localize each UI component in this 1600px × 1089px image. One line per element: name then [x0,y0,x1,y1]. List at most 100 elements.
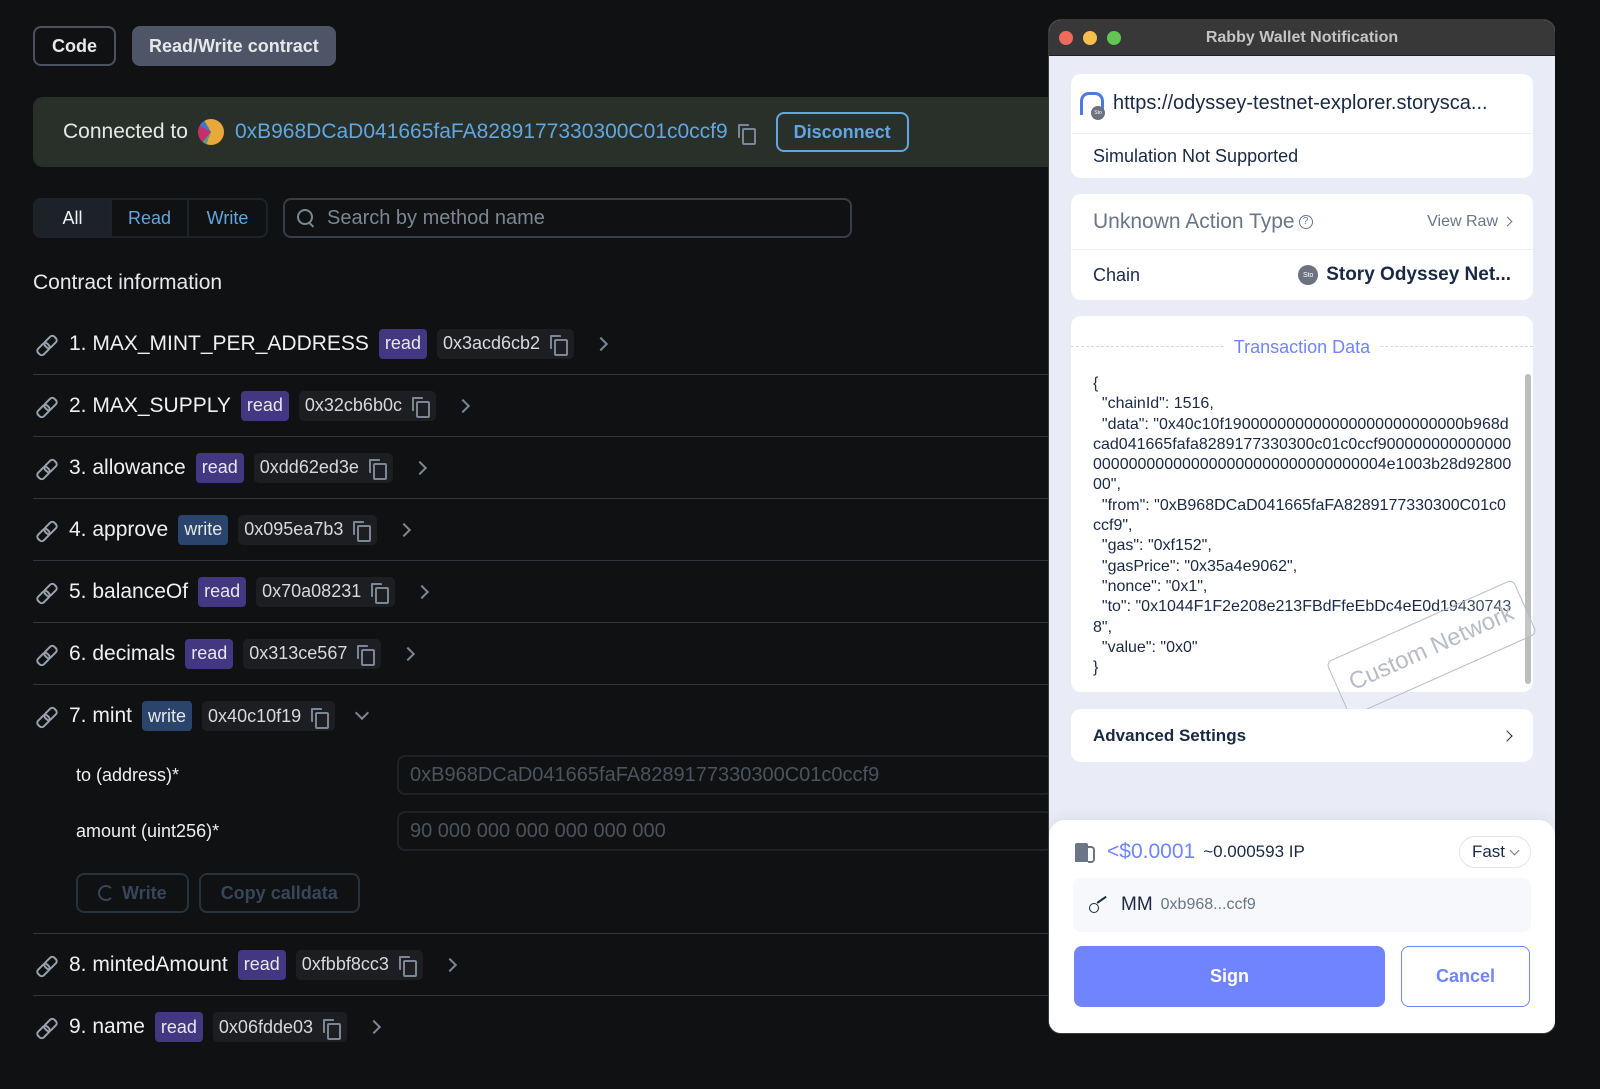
selector-value: 0x40c10f19 [208,705,302,726]
copy-icon[interactable] [737,123,756,145]
copy-icon[interactable] [550,335,569,356]
method-row[interactable]: 4. approve write 0x095ea7b3 [33,499,1053,561]
site-url: https://odyssey-testnet-explorer.storysc… [1113,92,1488,114]
chevron-down-icon[interactable] [355,705,370,721]
cancel-button[interactable]: Cancel [1401,946,1530,1007]
to-address-input[interactable] [396,755,1053,795]
selector-value: 0x06fdde03 [218,1016,314,1037]
chevron-right-icon[interactable] [593,336,609,351]
gas-usd: <$0.0001 [1107,840,1196,863]
tx-header: Transaction Data [1071,316,1533,374]
maximize-window-button[interactable] [1107,30,1121,45]
method-selector: 0x313ce567 [243,638,382,669]
chevron-right-icon[interactable] [397,522,412,537]
chevron-right-icon[interactable] [401,646,416,661]
filter-write[interactable]: Write [189,200,266,236]
connected-address-link[interactable]: 0xB968DCaD041665faFA8289177330300C01c0cc… [235,120,728,144]
copy-icon[interactable] [371,583,390,604]
disconnect-button[interactable]: Disconnect [775,112,909,152]
chevron-right-icon[interactable] [412,460,427,475]
minimize-window-button[interactable] [1083,30,1097,45]
write-button[interactable]: Write [76,873,189,913]
form-row-amount: amount (uint256)* [76,803,1053,859]
method-row[interactable]: 6. decimals read 0x313ce567 [33,623,1053,685]
gas-speed-select[interactable]: Fast [1458,836,1531,868]
method-name[interactable]: 3. allowance [69,456,186,480]
copy-icon[interactable] [398,956,417,977]
write-button-label: Write [122,882,167,903]
link-icon[interactable] [35,705,57,727]
sign-button[interactable]: Sign [1074,946,1385,1007]
chain-row: Chain Sto Story Odyssey Net... [1071,250,1533,300]
background-strip [1555,0,1600,1089]
key-icon [1089,897,1111,913]
filter-read[interactable]: Read [112,200,189,236]
method-row[interactable]: 2. MAX_SUPPLY read 0x32cb6b0c [33,375,1053,437]
link-icon[interactable] [35,581,57,603]
filter-all[interactable]: All [35,200,112,236]
method-name[interactable]: 1. MAX_MINT_PER_ADDRESS [69,332,369,356]
chevron-right-icon[interactable] [366,1019,382,1035]
site-card: Sto https://odyssey-testnet-explorer.sto… [1071,74,1533,178]
link-icon[interactable] [35,395,57,417]
method-row[interactable]: 9. name read 0x06fdde03 [33,996,1053,1058]
window-titlebar[interactable]: Rabby Wallet Notification [1049,20,1555,56]
method-list: 1. MAX_MINT_PER_ADDRESS read 0x3acd6cb2 … [33,313,1053,1058]
to-address-label: to (address)* [76,764,180,785]
copy-icon[interactable] [353,521,372,542]
close-window-button[interactable] [1059,30,1073,45]
method-name[interactable]: 7. mint [69,704,132,728]
help-icon[interactable]: ? [1298,214,1313,229]
tab-code[interactable]: Code [33,26,116,66]
form-row-to: to (address)* [76,747,1053,803]
method-name[interactable]: 2. MAX_SUPPLY [69,394,231,418]
gas-speed-label: Fast [1471,842,1505,861]
method-name[interactable]: 5. balanceOf [69,580,188,604]
link-icon[interactable] [35,457,57,479]
method-search [283,198,852,238]
method-row[interactable]: 8. mintedAmount read 0xfbbf8cc3 [33,934,1053,996]
method-row[interactable]: 3. allowance read 0xdd62ed3e [33,437,1053,499]
advanced-settings-button[interactable]: Advanced Settings [1071,709,1533,762]
copy-icon[interactable] [323,1018,342,1040]
method-type-badge: read [154,1012,203,1042]
sign-footer: <$0.0001 ~0.000593 IP Fast MM 0xb968...c… [1049,820,1555,1033]
account-address: 0xb968...ccf9 [1160,896,1256,913]
chain-logo-icon: Sto [1298,265,1319,285]
chevron-right-icon[interactable] [455,398,471,413]
chain-value: Sto Story Odyssey Net... [1298,264,1511,286]
method-row[interactable]: 1. MAX_MINT_PER_ADDRESS read 0x3acd6cb2 [33,313,1053,375]
link-icon[interactable] [35,519,57,541]
method-name[interactable]: 6. decimals [69,642,175,666]
method-row[interactable]: 5. balanceOf read 0x70a08231 [33,561,1053,623]
search-input[interactable] [327,206,827,230]
amount-input[interactable] [396,811,1053,851]
gas-pump-icon [1075,842,1095,863]
simulation-status: Simulation Not Supported [1093,145,1299,166]
chevron-right-icon[interactable] [415,584,430,599]
chain-badge-icon: Sto [1091,105,1105,120]
link-icon[interactable] [35,1016,57,1038]
signing-account: MM 0xb968...ccf9 [1073,878,1531,932]
link-icon[interactable] [35,643,57,665]
chevron-right-icon[interactable] [442,957,457,972]
gas-native: ~0.000593 IP [1203,842,1305,861]
copy-icon[interactable] [368,459,387,480]
method-filter: All Read Write [33,198,268,238]
link-icon[interactable] [35,333,57,355]
copy-icon[interactable] [357,645,376,666]
method-row-expanded[interactable]: 7. mint write 0x40c10f19 [33,685,1053,747]
method-name[interactable]: 8. mintedAmount [69,953,228,977]
copy-icon[interactable] [411,397,430,418]
link-icon[interactable] [35,954,57,976]
amount-label: amount (uint256)* [76,820,220,841]
copy-icon[interactable] [311,707,330,729]
copy-calldata-button[interactable]: Copy calldata [198,873,360,913]
selector-value: 0x095ea7b3 [244,519,344,539]
method-type-badge: read [240,390,289,421]
tx-title: Transaction Data [1223,336,1381,358]
tab-read-write-contract[interactable]: Read/Write contract [132,26,336,66]
method-name[interactable]: 9. name [69,1015,145,1039]
view-raw-button[interactable]: View Raw [1427,213,1513,231]
method-name[interactable]: 4. approve [69,518,168,542]
